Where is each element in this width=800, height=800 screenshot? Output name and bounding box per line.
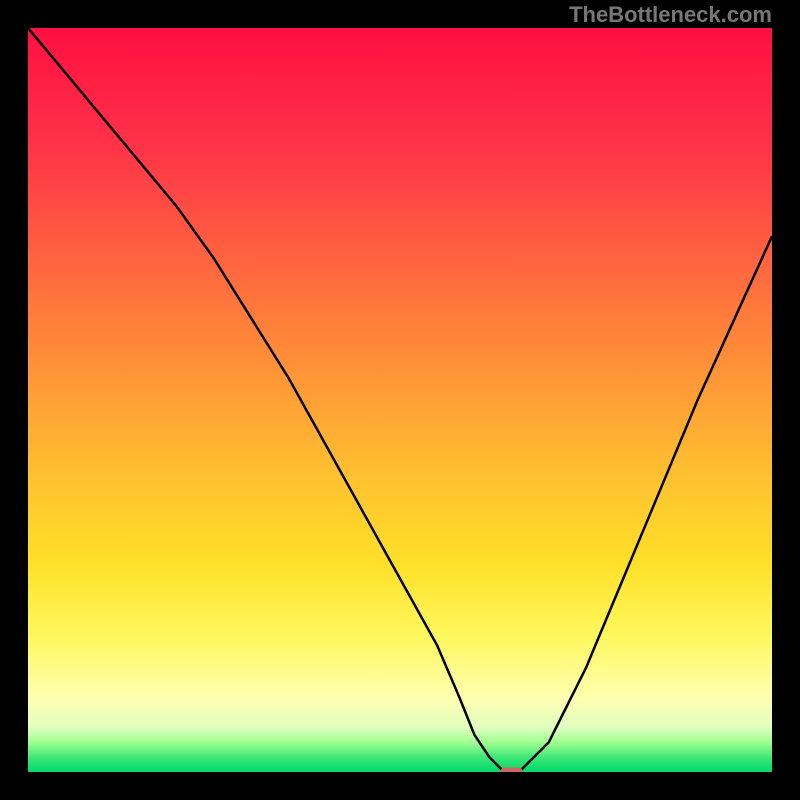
- optimal-marker: [500, 768, 522, 773]
- chart-container: TheBottleneck.com: [0, 0, 800, 800]
- watermark-text: TheBottleneck.com: [569, 2, 772, 28]
- plot-area: [28, 28, 772, 772]
- chart-svg: [28, 28, 772, 772]
- chart-background: [28, 28, 772, 772]
